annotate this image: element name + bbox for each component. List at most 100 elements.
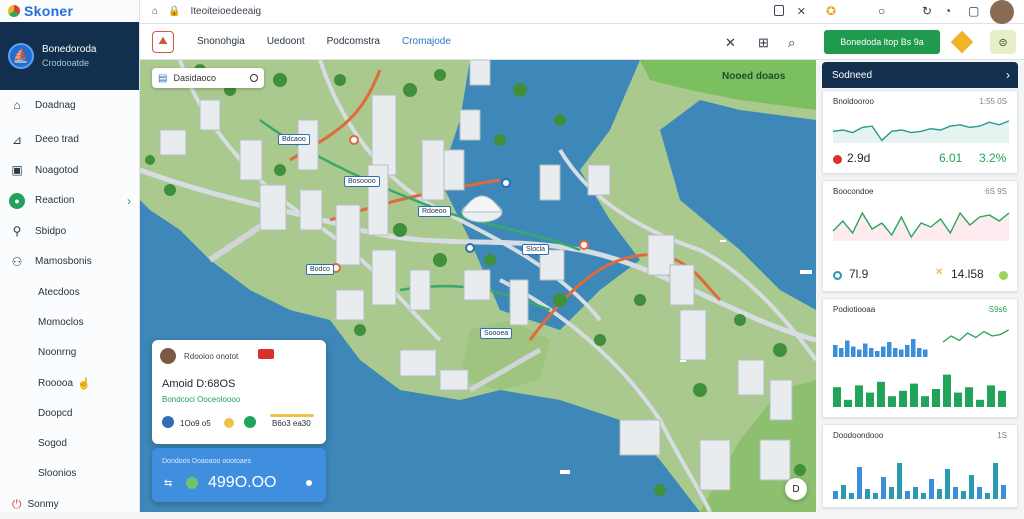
url-text[interactable]: Iteoiteioedeeaig	[191, 6, 262, 17]
bar-blue	[917, 348, 922, 357]
bar-blue	[845, 340, 850, 357]
sidebar-subitem-0[interactable]: Atecdoos	[0, 277, 139, 307]
lock-icon: 🔒	[168, 6, 181, 17]
stat-card-footer-left: 2.9d	[847, 151, 871, 165]
map-pin-label[interactable]: Bosoooo	[344, 176, 380, 187]
total-amount: 499O.OO	[208, 474, 277, 491]
circle-icon[interactable]: ○	[878, 4, 885, 18]
company-header[interactable]: ⛵ Bonedoroda Crodooatde	[0, 22, 139, 90]
bar-green	[954, 392, 962, 407]
bar-blue	[851, 346, 856, 357]
close-icon[interactable]: ✕	[725, 35, 736, 51]
toggle-icon[interactable]	[250, 74, 258, 82]
bar-blue	[905, 345, 910, 357]
bar-blue	[911, 339, 916, 357]
company-logo-icon: ⛵	[8, 43, 34, 69]
stat-card-footer-right: 14.l58	[951, 267, 984, 281]
bar-green	[866, 392, 874, 407]
bar-green	[910, 383, 918, 407]
map-pin-label[interactable]: Soooea	[480, 328, 513, 339]
bar-blue	[833, 345, 838, 357]
money-icon	[162, 416, 174, 428]
sidebar-item-4[interactable]: ⚲ Sbidpo	[0, 216, 139, 247]
map-pin-label[interactable]: Slocla	[522, 244, 550, 255]
bar	[945, 469, 950, 499]
map-fab-button[interactable]: D	[785, 478, 807, 500]
map-app-icon[interactable]: ⛰	[152, 30, 174, 53]
share-icon[interactable]: ⊜	[990, 30, 1016, 54]
close-icon[interactable]: ✕	[797, 5, 806, 18]
tab-2[interactable]: Podcomstra	[316, 36, 391, 47]
stat-card-3[interactable]: Doodoondooo 1S	[822, 424, 1018, 508]
bar	[841, 485, 846, 499]
window-icon[interactable]: ▢	[968, 4, 979, 18]
warning-icon[interactable]	[950, 30, 974, 54]
sidebar-subitem-label: Atecdoos	[38, 286, 80, 298]
bar-green	[976, 399, 984, 407]
primary-action-button[interactable]: Bonedoda ltop Bs 9a	[824, 30, 940, 54]
sidebar-item-0[interactable]: ⌂ Doadnag	[0, 90, 139, 121]
sidebar-item-3[interactable]: ● Reaction ›	[0, 186, 139, 217]
sidebar-subitem-2[interactable]: Noonrng	[0, 338, 139, 368]
sidebar-subitem-6[interactable]: Sloonios	[0, 459, 139, 489]
star-icon: ✕	[935, 267, 944, 278]
bar-chart	[833, 463, 1006, 499]
sparkline-line	[942, 329, 1009, 343]
bar-blue	[923, 349, 928, 357]
sidebar-subitem-5[interactable]: Sogod	[0, 428, 139, 458]
map-pin-label[interactable]: Bdcaoo	[278, 134, 310, 145]
settings-icon[interactable]: ◔	[944, 4, 951, 18]
map-pin-label[interactable]: Bodco	[306, 264, 334, 275]
sidebar-bottom-item[interactable]: ⏻ Sonmy	[0, 489, 139, 519]
chart-icon: ⊿	[11, 132, 23, 147]
map-canvas[interactable]	[140, 60, 816, 512]
money-icon	[244, 416, 256, 428]
bar	[897, 463, 902, 499]
bar-green	[998, 390, 1006, 407]
layers-icon[interactable]: ⊞	[758, 35, 769, 51]
bar	[921, 493, 926, 499]
bar-green	[899, 390, 907, 407]
bar-green	[932, 389, 940, 407]
bar-blue	[881, 346, 886, 357]
total-card[interactable]: Dondoos Doaoaoo oootoaes ⇆ 499O.OO	[152, 448, 326, 502]
sidebar-subitem-1[interactable]: Momoclos	[0, 307, 139, 337]
map-view[interactable]: ▤ Dasidaoco Nooed doaos Bdcaoo Bosoooo R…	[140, 60, 816, 512]
sidebar-subitem-label: Sloonios	[38, 468, 77, 480]
grid-icon: ▣	[11, 163, 23, 178]
bar	[873, 493, 878, 499]
tab-0[interactable]: Snonohgia	[186, 36, 256, 47]
notification-icon[interactable]: ✪	[826, 4, 836, 18]
sidebar-subitem-3[interactable]: Rooooa ☝	[0, 368, 139, 398]
search-icon[interactable]: ⌕	[788, 35, 795, 51]
map-pin-label[interactable]: Rdoeoo	[418, 206, 451, 217]
sidebar-item-1[interactable]: ⊿ Deeo trad	[0, 125, 139, 156]
sidebar-item-label: Doadnag	[35, 99, 76, 111]
avatar[interactable]	[990, 0, 1014, 24]
location-info-card[interactable]: Rdooioo onotot Amoid D:68OS Bondcoci Ooc…	[152, 340, 326, 444]
brand-name: Skoner	[24, 3, 74, 19]
info-card-owner: Rdooioo onotot	[184, 352, 239, 361]
window-icon[interactable]	[774, 5, 784, 16]
sidebar-subitem-4[interactable]: Doopcd	[0, 398, 139, 428]
refresh-icon[interactable]: ↻	[922, 4, 932, 18]
bar	[1001, 485, 1006, 499]
map-search[interactable]: ▤ Dasidaoco	[152, 68, 264, 88]
stat-card-1[interactable]: Boocondoe 6S 9S 7l.9 ✕ 14.l58	[822, 180, 1018, 292]
stat-card-0[interactable]: Bnoldooroo 1:55 0S 2.9d 6.01 3.2%	[822, 90, 1018, 174]
brand-logo-icon	[8, 5, 20, 17]
tab-1[interactable]: Uedoont	[256, 36, 316, 47]
bar-green	[921, 396, 929, 407]
person-icon: ⚲	[12, 224, 22, 239]
sidebar-item-2[interactable]: ▣ Noagotod	[0, 155, 139, 186]
panel-header[interactable]: Sodneed ›	[822, 62, 1018, 88]
bar	[953, 487, 958, 499]
tab-3[interactable]: Cromajode	[391, 36, 462, 47]
stat-card-2[interactable]: Podiotiooaa S9s6	[822, 298, 1018, 418]
sidebar-item-label: Mamosbonis	[35, 256, 92, 268]
home-icon[interactable]: ⌂	[152, 6, 158, 17]
right-topbar: ✪ ○ ↻ ◔ ▢	[816, 0, 1024, 24]
sidebar-item-5[interactable]: ⚇ Mamosbonis	[0, 247, 139, 278]
brand[interactable]: Skoner	[0, 0, 139, 22]
bar-blue	[863, 343, 868, 357]
